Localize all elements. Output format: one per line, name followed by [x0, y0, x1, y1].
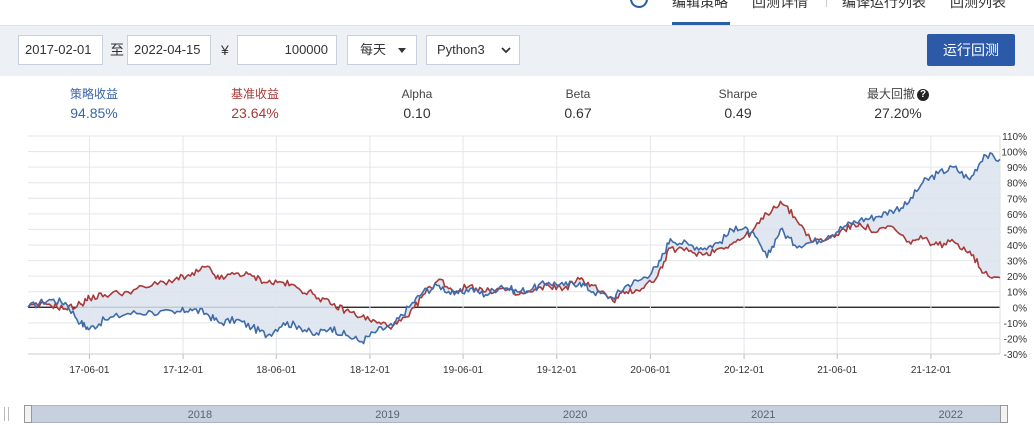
y-tick-label: -10% [1004, 319, 1027, 330]
scroll-grip-icon [4, 407, 9, 421]
language-value: Python3 [437, 42, 485, 57]
chart-area-fill [28, 152, 1000, 344]
chart-grid [28, 135, 1001, 355]
metric-label: Sharpe [718, 87, 758, 101]
y-tick-label: 100% [1001, 148, 1027, 159]
y-axis: 110% 100% 90% 80% 70% 60% 50% 40% 30% 20% 10% 0% -10… [1001, 132, 1027, 361]
navigator-range[interactable] [28, 405, 1004, 423]
metric-sharpe: Sharpe 0.49 [678, 86, 798, 123]
metric-label: 基准收益 [230, 87, 279, 101]
y-tick-label: 80% [1007, 179, 1027, 190]
metric-beta: Beta 0.67 [518, 86, 638, 123]
chart-lines [27, 152, 1001, 345]
start-date-input[interactable]: 2017-02-01 [18, 35, 103, 65]
x-tick-label: 20-12-01 [724, 365, 764, 376]
metric-strategy-return: 策略收益 94.85% [34, 86, 154, 123]
y-tick-label: 90% [1007, 163, 1027, 174]
y-tick-label: 110% [1002, 132, 1027, 143]
y-tick-label: 0% [1013, 303, 1028, 314]
y-tick-label: 20% [1007, 272, 1027, 283]
language-select[interactable]: Python3 [426, 35, 520, 65]
y-tick-label: -20% [1004, 334, 1027, 345]
metric-value: 23.64% [231, 105, 279, 121]
y-tick-label: 10% [1007, 288, 1027, 299]
x-tick-label: 18-06-01 [256, 365, 296, 376]
x-tick-label: 21-06-01 [817, 365, 857, 376]
navigator-year-label: 2022 [938, 409, 964, 421]
x-tick-label: 18-12-01 [350, 365, 390, 376]
metric-value: 94.85% [70, 105, 118, 121]
date-range-separator: 至 [110, 42, 124, 58]
navigator-year-label: 2021 [750, 409, 776, 421]
metric-alpha: Alpha 0.10 [357, 86, 477, 123]
strategy-return-line [27, 152, 1001, 345]
chevron-down-icon [501, 47, 511, 54]
x-tick-label: 21-12-01 [911, 365, 951, 376]
backtest-toolbar: 2017-02-01 至 2022-04-15 ¥ 100000 每天 Pyth… [0, 25, 1034, 76]
tab-backtest-details[interactable]: 回测详情 [752, 0, 808, 12]
y-tick-label: 70% [1007, 194, 1027, 205]
frequency-select[interactable]: 每天 [347, 35, 417, 65]
y-tick-label: -30% [1004, 350, 1027, 361]
navigator-year-label: 2018 [187, 409, 213, 421]
navigator-year-label: 2020 [562, 409, 588, 421]
currency-symbol: ¥ [221, 42, 229, 58]
metric-value: 0.10 [403, 105, 431, 121]
x-tick-label: 19-06-01 [443, 365, 483, 376]
tab-compile-list[interactable]: 编译运行列表 [842, 0, 926, 12]
metric-label: Beta [565, 87, 591, 101]
metric-label: Alpha [401, 87, 433, 101]
loading-ring-icon [630, 0, 648, 8]
x-tick-label: 17-12-01 [163, 365, 203, 376]
help-icon[interactable]: ? [917, 89, 929, 101]
x-tick-label: 20-06-01 [630, 365, 670, 376]
metric-label: 策略收益 [69, 87, 118, 101]
series-gap-fill [28, 152, 1000, 344]
x-axis: 17-06-01 17-12-01 18-06-01 18-12-01 19-06-01… [28, 353, 1000, 376]
metric-value: 27.20% [874, 105, 922, 121]
frequency-value: 每天 [360, 42, 387, 57]
returns-chart: 110% 100% 90% 80% 70% 60% 50% 40% 30% 20% 10% 0% -10… [27, 132, 1027, 376]
y-tick-label: 40% [1007, 241, 1027, 252]
end-date-input[interactable]: 2022-04-15 [127, 35, 211, 65]
y-tick-label: 50% [1007, 225, 1027, 236]
caret-down-icon [398, 48, 406, 53]
metric-benchmark-return: 基准收益 23.64% [195, 86, 315, 123]
navigator-left-handle[interactable] [24, 405, 32, 423]
tab-edit-strategy[interactable]: 编辑策略 [672, 0, 728, 12]
tab-divider [826, 0, 827, 7]
metric-max-drawdown: 最大回撤? 27.20% [838, 86, 958, 123]
run-backtest-button[interactable]: 运行回测 [927, 34, 1015, 66]
y-tick-label: 60% [1007, 210, 1027, 221]
x-tick-label: 17-06-01 [69, 365, 109, 376]
metric-value: 0.67 [564, 105, 592, 121]
x-tick-label: 19-12-01 [537, 365, 577, 376]
tab-backtest-list[interactable]: 回测列表 [950, 0, 1006, 12]
metric-label: 最大回撤 [866, 87, 915, 101]
capital-input[interactable]: 100000 [237, 35, 337, 65]
y-tick-label: 30% [1007, 257, 1027, 268]
metric-label-wrap: 最大回撤? [838, 86, 958, 102]
top-tab-strip: 编辑策略 回测详情 编译运行列表 回测列表 [0, 0, 1034, 25]
navigator-right-handle[interactable] [1000, 405, 1008, 423]
navigator-year-label: 2019 [375, 409, 400, 421]
metric-value: 0.49 [724, 105, 752, 121]
